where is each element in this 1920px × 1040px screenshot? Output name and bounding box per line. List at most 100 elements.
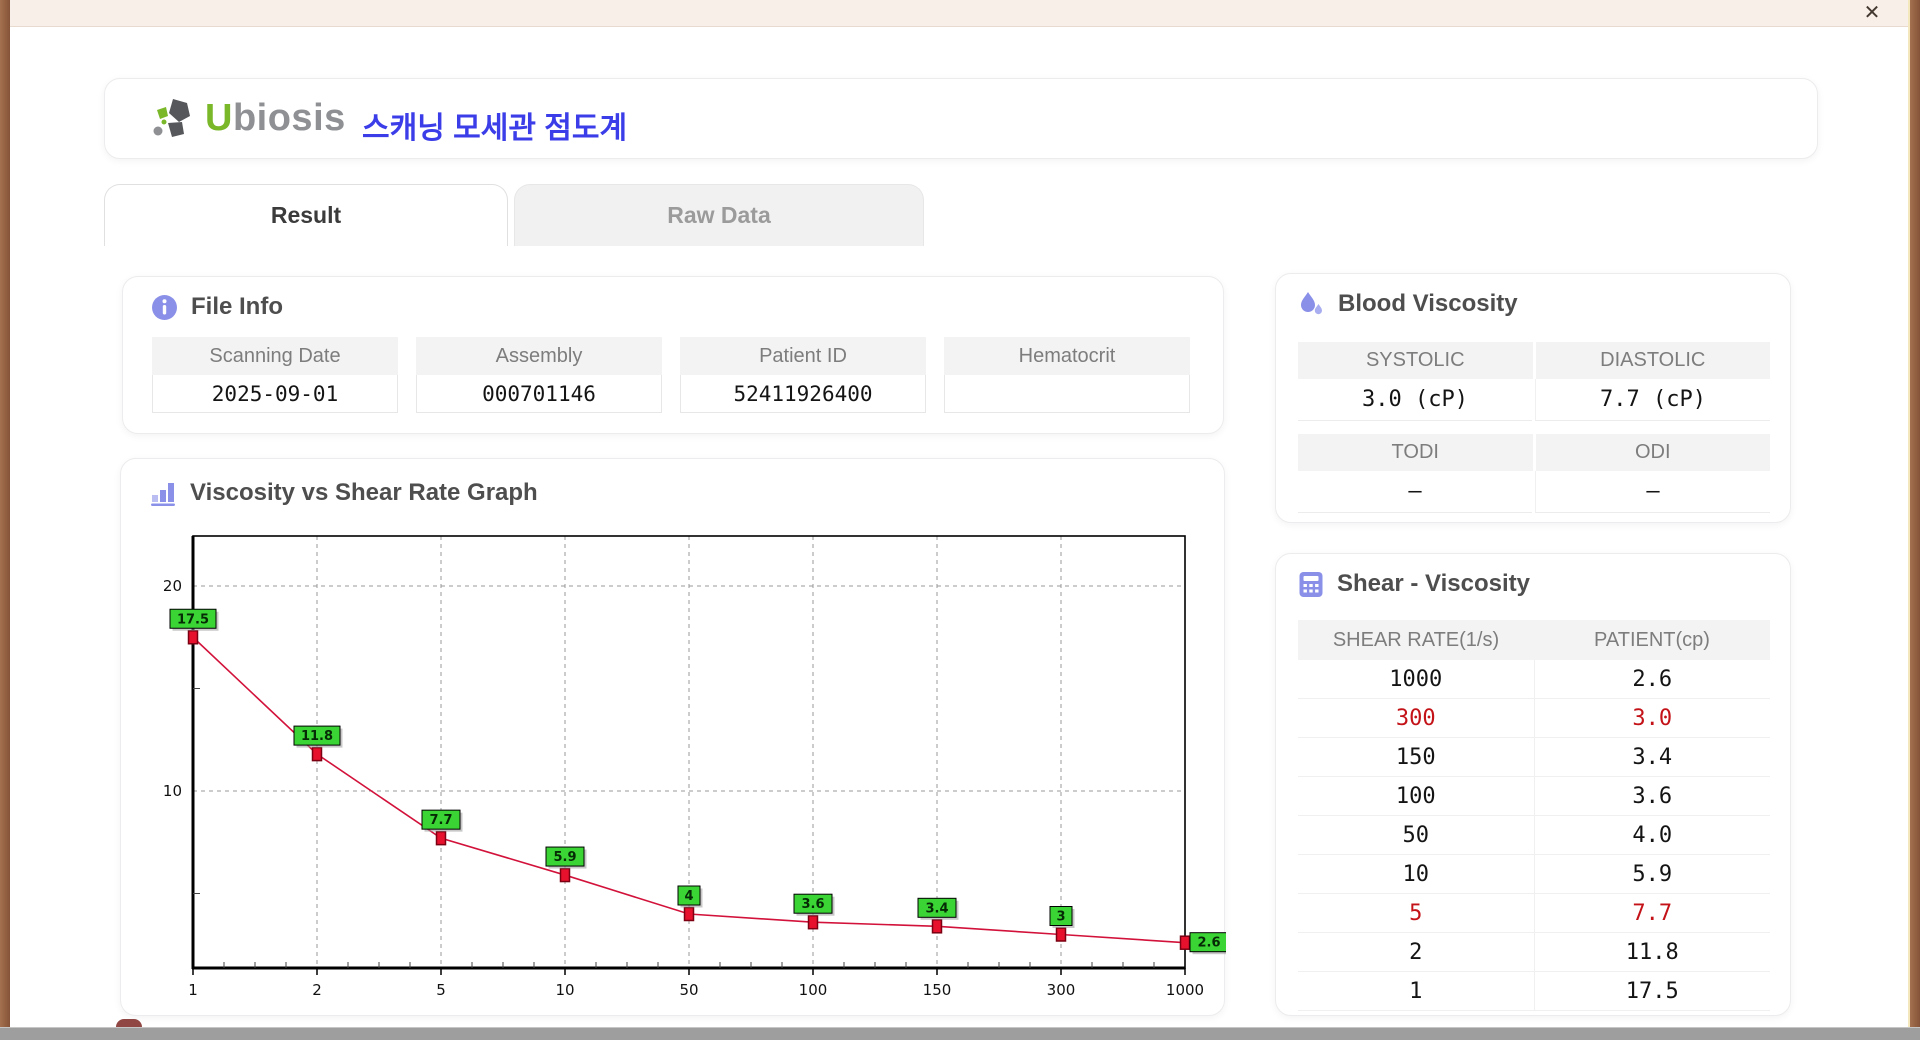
blood-value-row: 3.0 (cP) 7.7 (cP) <box>1298 379 1770 421</box>
patient-viscosity-cell: 4.0 <box>1533 816 1771 854</box>
chart-marker <box>683 906 695 922</box>
file-info-card: File Info Scanning Date 2025-09-01 Assembl… <box>122 276 1224 434</box>
shear-table-header: SHEAR RATE(1/s) PATIENT(cp) <box>1298 620 1770 660</box>
shear-rate-cell: 150 <box>1395 744 1436 770</box>
chart-marker <box>559 867 571 883</box>
logo-rest: biosis <box>232 96 346 139</box>
close-icon[interactable]: ✕ <box>1858 1 1886 26</box>
blood-viscosity-card: Blood Viscosity SYSTOLIC DIASTOLIC 3.0 (cP… <box>1275 273 1791 523</box>
file-info-field-hematocrit: Hematocrit <box>944 337 1190 413</box>
table-row: 2 11.8 <box>1298 933 1770 972</box>
info-icon <box>152 294 177 320</box>
taskbar-peek-icon <box>116 1019 142 1027</box>
window-border-bottom <box>0 1027 1920 1040</box>
blood-viscosity-title: Blood Viscosity <box>1338 290 1518 317</box>
file-info-field-label: Hematocrit <box>944 337 1190 375</box>
chart-point-label: 5.9 <box>553 850 576 865</box>
chart-marker <box>311 746 323 762</box>
table-row: 50 4.0 <box>1298 816 1770 855</box>
blood-table-gap <box>1298 421 1770 434</box>
viscosity-chart: 10 20 1 2 5 10 50 100 150 300 1000 17.5 11.8 7.7 5.9 4 3… <box>163 535 1226 999</box>
chart-point-label: 3 <box>1056 910 1065 925</box>
chart-point-label: 2.6 <box>1197 936 1220 951</box>
file-info-field-scanning-date: Scanning Date 2025-09-01 <box>152 337 398 413</box>
blood-metric-value-diastolic: 7.7 (cP) <box>1535 379 1770 421</box>
x-tick-label: 150 <box>923 981 952 999</box>
blood-metric-label-diastolic: DIASTOLIC <box>1535 342 1770 379</box>
table-row: 10 5.9 <box>1298 855 1770 894</box>
shear-rate-cell: 50 <box>1402 822 1430 848</box>
blood-metric-label-systolic: SYSTOLIC <box>1298 342 1533 379</box>
file-info-field-value: 52411926400 <box>680 375 926 413</box>
app-window: { "window": { "close_label": "✕" }, "hea… <box>0 0 1920 1040</box>
chart-marker <box>435 830 447 846</box>
shear-rate-column-header: SHEAR RATE(1/s) <box>1298 620 1534 660</box>
chart-marker <box>807 914 819 930</box>
table-row: 5 7.7 <box>1298 894 1770 933</box>
calculator-icon <box>1299 571 1323 597</box>
window-border-left <box>0 0 10 1027</box>
shear-viscosity-card: Shear - Viscosity SHEAR RATE(1/s) PATIEN… <box>1275 553 1791 1016</box>
shear-rate-cell: 10 <box>1402 861 1430 887</box>
shear-rate-cell: 300 <box>1395 705 1436 731</box>
blood-value-row: – – <box>1298 471 1770 513</box>
patient-viscosity-cell: 11.8 <box>1533 933 1771 971</box>
shear-table-body: 1000 2.6 300 3.0 150 3.4 100 3.6 50 4.0 10 5.9 5 7.7 2… <box>1298 660 1770 1011</box>
shear-rate-cell: 100 <box>1395 783 1436 809</box>
patient-viscosity-cell: 3.0 <box>1533 699 1771 737</box>
x-tick-label: 1000 <box>1166 981 1204 999</box>
x-tick-label: 10 <box>555 981 574 999</box>
table-row: 1 17.5 <box>1298 972 1770 1011</box>
blood-metric-label-odi: ODI <box>1535 434 1770 471</box>
file-info-field-label: Assembly <box>416 337 662 375</box>
file-info-title: File Info <box>191 293 283 320</box>
x-tick-label: 5 <box>436 981 446 999</box>
table-row: 300 3.0 <box>1298 699 1770 738</box>
y-tick-label: 20 <box>163 577 182 595</box>
chart-point-label: 11.8 <box>301 729 333 744</box>
ubiosis-logo: Ubiosis <box>149 96 346 140</box>
ubiosis-logo-icon <box>153 99 190 137</box>
page-title: 스캐닝 모세관 점도계 <box>362 112 628 145</box>
chart-marker <box>1055 927 1067 942</box>
viscosity-graph-card: Viscosity vs Shear Rate Graph 10 20 1 2 5 10 5… <box>120 458 1226 1016</box>
patient-viscosity-cell: 17.5 <box>1533 972 1771 1010</box>
header-card: Ubiosis 스캐닝 모세관 점도계 <box>104 78 1818 159</box>
patient-viscosity-cell: 3.6 <box>1533 777 1771 815</box>
shear-rate-cell: 1 <box>1409 978 1423 1004</box>
blood-drop-icon <box>1301 292 1322 315</box>
blood-header-row: SYSTOLIC DIASTOLIC <box>1298 342 1770 379</box>
file-info-field-value: 2025-09-01 <box>152 375 398 413</box>
chart-point-label: 7.7 <box>429 813 452 828</box>
file-info-field-label: Scanning Date <box>152 337 398 375</box>
chart-point-label: 4 <box>684 889 693 904</box>
chart-point-label: 3.4 <box>925 901 948 916</box>
x-tick-label: 2 <box>312 981 322 999</box>
chart-point-label: 17.5 <box>177 612 209 627</box>
shear-rate-cell: 5 <box>1409 900 1423 926</box>
x-tick-label: 300 <box>1047 981 1076 999</box>
file-info-field-assembly: Assembly 000701146 <box>416 337 662 413</box>
patient-viscosity-cell: 3.4 <box>1533 738 1771 776</box>
blood-metric-value-todi: – <box>1298 471 1532 513</box>
chart-marker <box>931 919 943 934</box>
patient-column-header: PATIENT(cp) <box>1534 620 1770 660</box>
table-row: 150 3.4 <box>1298 738 1770 777</box>
x-tick-label: 50 <box>679 981 698 999</box>
shear-viscosity-table: SHEAR RATE(1/s) PATIENT(cp) 1000 2.6 300 3.… <box>1298 620 1770 1011</box>
patient-viscosity-cell: 2.6 <box>1533 660 1771 698</box>
chart-point-label: 3.6 <box>801 897 824 912</box>
blood-metric-value-odi: – <box>1535 471 1770 513</box>
y-tick-label: 10 <box>163 782 182 800</box>
blood-viscosity-table: SYSTOLIC DIASTOLIC 3.0 (cP) 7.7 (cP) TODI ODI… <box>1298 342 1770 513</box>
tab-result[interactable]: Result <box>104 184 508 246</box>
blood-metric-label-todi: TODI <box>1298 434 1533 471</box>
shear-rate-cell: 1000 <box>1389 666 1443 692</box>
file-info-field-patient-id: Patient ID 52411926400 <box>680 337 926 413</box>
chart-marker <box>1179 935 1191 950</box>
logo-letter-u: U <box>205 96 233 139</box>
blood-metric-value-systolic: 3.0 (cP) <box>1298 379 1532 421</box>
tab-raw-data[interactable]: Raw Data <box>514 184 924 246</box>
ubiosis-logo-text: Ubiosis <box>205 97 346 140</box>
x-tick-label: 1 <box>188 981 198 999</box>
